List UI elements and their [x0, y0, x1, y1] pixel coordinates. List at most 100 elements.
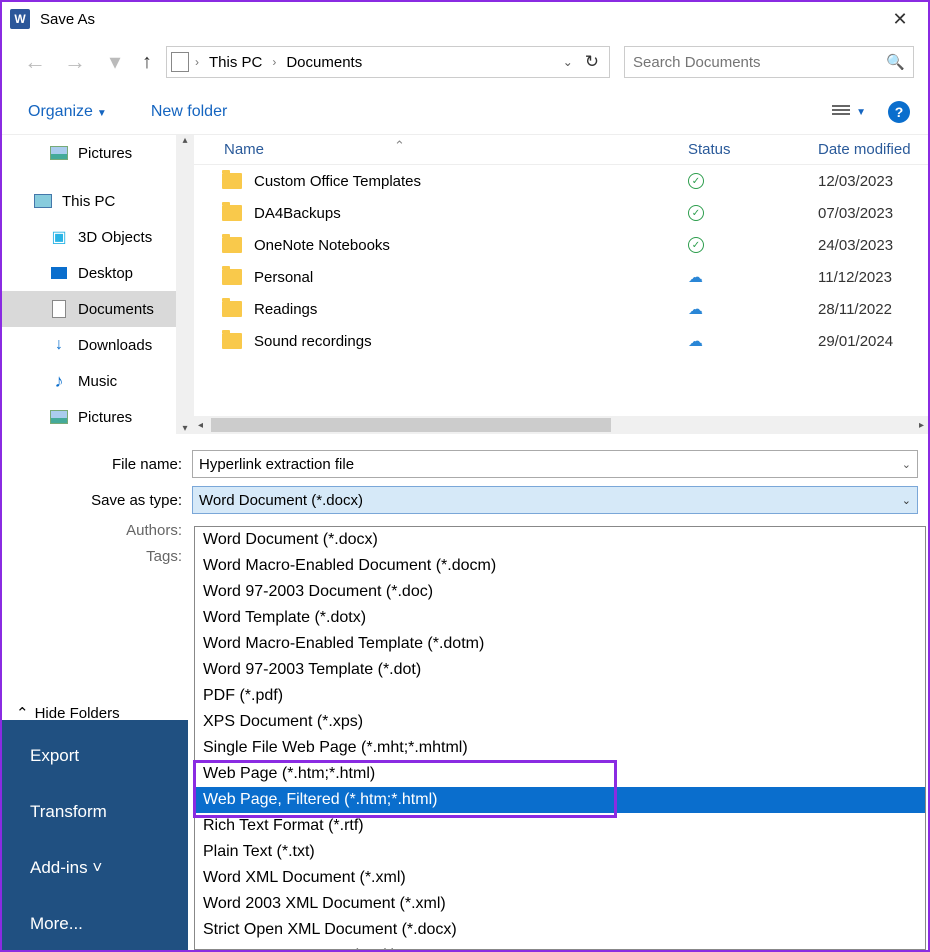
tree-item-documents[interactable]: Documents [2, 291, 194, 327]
folder-icon [222, 301, 242, 317]
tree-item-pictures[interactable]: Pictures [2, 135, 194, 171]
close-button[interactable]: ✕ [880, 9, 920, 30]
authors-label: Authors: [12, 522, 192, 548]
search-box[interactable]: 🔍 [624, 46, 914, 78]
column-name[interactable]: Name [194, 141, 688, 158]
refresh-button[interactable]: ↻ [581, 52, 603, 72]
window-title: Save As [40, 11, 880, 28]
help-button[interactable]: ? [888, 101, 910, 123]
toolbar: Organize▼ New folder ▼ ? [2, 90, 928, 134]
backstage-transform[interactable]: Transform [2, 784, 188, 840]
word-app-icon: W [10, 9, 30, 29]
picture-icon [50, 145, 68, 161]
cube-icon: ▣ [50, 229, 68, 245]
view-options-button[interactable]: ▼ [832, 105, 866, 119]
tree-item-downloads[interactable]: ↓Downloads [2, 327, 194, 363]
filetype-option[interactable]: Word 97-2003 Document (*.doc) [195, 579, 925, 605]
file-name-input[interactable]: Hyperlink extraction file ⌄ [192, 450, 918, 478]
word-backstage-menu: ExportTransformAdd-ins ˅More... [2, 720, 188, 950]
backstage-more[interactable]: More... [2, 896, 188, 952]
tree-item-music[interactable]: ♪Music [2, 363, 194, 399]
column-date[interactable]: Date modified [818, 141, 928, 158]
chevron-down-icon[interactable]: ⌄ [902, 494, 911, 507]
new-folder-button[interactable]: New folder [151, 103, 227, 121]
file-name-label: File name: [12, 456, 192, 473]
filetype-option[interactable]: Word Macro-Enabled Template (*.dotm) [195, 631, 925, 657]
folder-row[interactable]: Readings☁28/11/2022 [194, 293, 928, 325]
synced-icon: ✓ [688, 205, 704, 221]
filetype-option[interactable]: Web Page, Filtered (*.htm;*.html) [195, 787, 925, 813]
filetype-option[interactable]: Word Template (*.dotx) [195, 605, 925, 631]
filetype-option[interactable]: OpenDocument Text (*.odt) [195, 943, 925, 950]
synced-icon: ✓ [688, 237, 704, 253]
recent-dropdown[interactable]: ▾ [102, 49, 128, 75]
filetype-option[interactable]: Word XML Document (*.xml) [195, 865, 925, 891]
up-button[interactable]: ↑ [142, 51, 152, 74]
backstage-addins[interactable]: Add-ins ˅ [2, 840, 188, 896]
picture-icon [50, 409, 68, 425]
address-dropdown[interactable]: ⌄ [559, 55, 577, 69]
desktop-icon [50, 265, 68, 281]
filetype-option[interactable]: Word 2003 XML Document (*.xml) [195, 891, 925, 917]
tree-item-this-pc[interactable]: This PC [2, 183, 194, 219]
search-input[interactable] [633, 54, 886, 71]
folder-icon [222, 333, 242, 349]
filetype-option[interactable]: Rich Text Format (*.rtf) [195, 813, 925, 839]
filetype-option[interactable]: XPS Document (*.xps) [195, 709, 925, 735]
chevron-down-icon[interactable]: ⌄ [902, 458, 911, 471]
save-as-type-label: Save as type: [12, 492, 192, 509]
folder-tree[interactable]: Pictures This PC▣3D ObjectsDesktopDocumen… [2, 135, 194, 434]
download-icon: ↓ [50, 337, 68, 353]
cloud-icon: ☁ [688, 332, 703, 350]
breadcrumb-this-pc[interactable]: This PC [205, 54, 266, 71]
folder-row[interactable]: DA4Backups✓07/03/2023 [194, 197, 928, 229]
music-icon: ♪ [50, 373, 68, 389]
filetype-option[interactable]: Single File Web Page (*.mht;*.mhtml) [195, 735, 925, 761]
filetype-option[interactable]: PDF (*.pdf) [195, 683, 925, 709]
folder-row[interactable]: Personal☁11/12/2023 [194, 261, 928, 293]
organize-button[interactable]: Organize▼ [28, 103, 107, 121]
view-icon [832, 105, 850, 119]
synced-icon: ✓ [688, 173, 704, 189]
search-icon[interactable]: 🔍 [886, 53, 905, 71]
titlebar: W Save As ✕ [2, 2, 928, 36]
tree-item-pictures[interactable]: Pictures [2, 399, 194, 434]
breadcrumb-documents[interactable]: Documents [282, 54, 366, 71]
filetype-option[interactable]: Word Document (*.docx) [195, 527, 925, 553]
document-icon [50, 301, 68, 317]
horizontal-scrollbar[interactable] [194, 416, 928, 434]
folder-icon [222, 237, 242, 253]
file-list[interactable]: Name Status Date modified Custom Office … [194, 135, 928, 434]
filetype-option[interactable]: Plain Text (*.txt) [195, 839, 925, 865]
tree-item-3d-objects[interactable]: ▣3D Objects [2, 219, 194, 255]
navigation-bar: ← → ▾ ↑ › This PC › Documents ⌄ ↻ 🔍 [2, 40, 928, 84]
forward-button[interactable]: → [62, 49, 88, 75]
cloud-icon: ☁ [688, 300, 703, 318]
filetype-option[interactable]: Word Macro-Enabled Document (*.docm) [195, 553, 925, 579]
tags-label: Tags: [12, 548, 192, 574]
back-button[interactable]: ← [22, 49, 48, 75]
chevron-right-icon: › [193, 55, 201, 69]
backstage-export[interactable]: Export [2, 728, 188, 784]
folder-row[interactable]: Custom Office Templates✓12/03/2023 [194, 165, 928, 197]
filetype-option[interactable]: Web Page (*.htm;*.html) [195, 761, 925, 787]
tree-scrollbar[interactable] [176, 135, 194, 434]
folder-icon [222, 173, 242, 189]
column-headers[interactable]: Name Status Date modified [194, 135, 928, 165]
pc-icon [34, 193, 52, 209]
filetype-option[interactable]: Word 97-2003 Template (*.dot) [195, 657, 925, 683]
filetype-option[interactable]: Strict Open XML Document (*.docx) [195, 917, 925, 943]
folder-row[interactable]: OneNote Notebooks✓24/03/2023 [194, 229, 928, 261]
location-icon [171, 52, 189, 72]
tree-item-desktop[interactable]: Desktop [2, 255, 194, 291]
folder-icon [222, 205, 242, 221]
chevron-right-icon: › [270, 55, 278, 69]
column-status[interactable]: Status [688, 141, 818, 158]
folder-icon [222, 269, 242, 285]
cloud-icon: ☁ [688, 268, 703, 286]
folder-row[interactable]: Sound recordings☁29/01/2024 [194, 325, 928, 357]
address-bar[interactable]: › This PC › Documents ⌄ ↻ [166, 46, 610, 78]
save-as-dialog: W Save As ✕ ← → ▾ ↑ › This PC › Document… [0, 0, 930, 952]
save-as-type-combo[interactable]: Word Document (*.docx) ⌄ [192, 486, 918, 514]
save-as-type-dropdown[interactable]: Word Document (*.docx)Word Macro-Enabled… [194, 526, 926, 950]
